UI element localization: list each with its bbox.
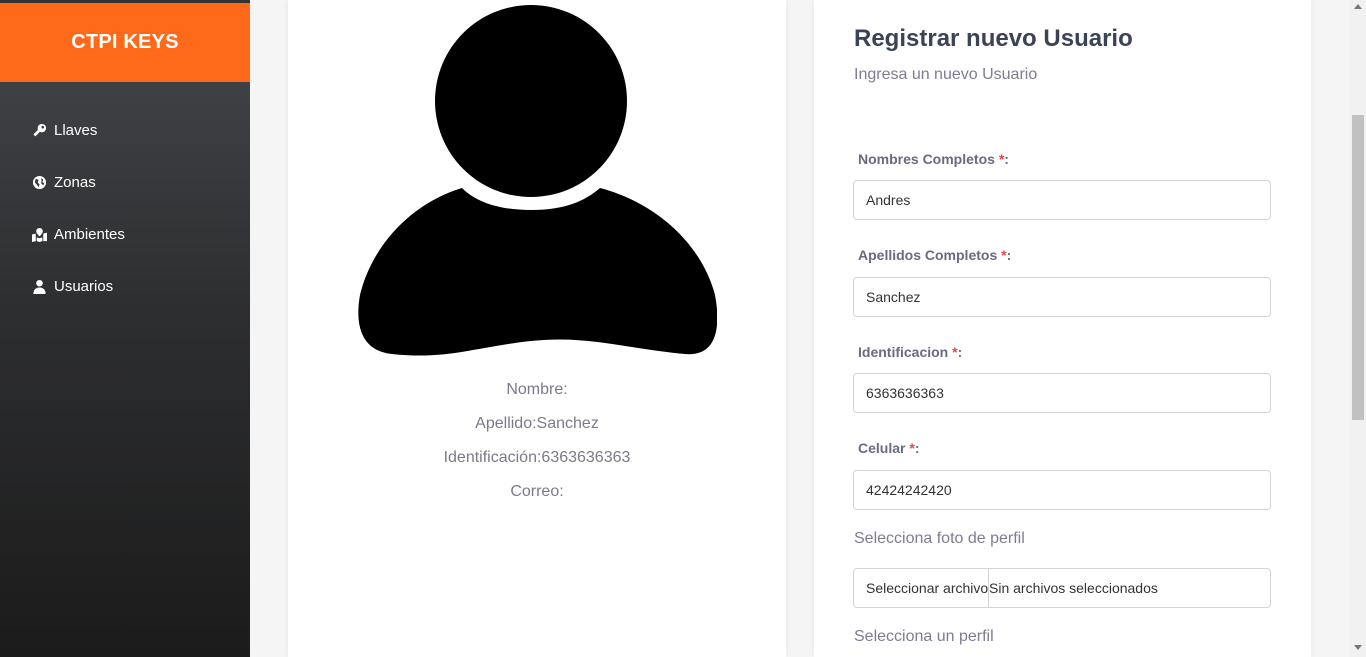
- scroll-down-icon[interactable]: [1354, 645, 1362, 650]
- main-content: Nombre: Apellido:Sanchez Identificación:…: [250, 0, 1350, 657]
- profile-apellido: Apellido:Sanchez: [475, 415, 599, 432]
- profile-nombre: Nombre:: [506, 381, 568, 398]
- celular-field[interactable]: [853, 470, 1271, 510]
- profile-card: Nombre: Apellido:Sanchez Identificación:…: [288, 0, 786, 657]
- user-silhouette-icon: [358, 5, 717, 356]
- apellidos-label: Apellidos Completos *:: [858, 247, 1012, 263]
- sidebar-item-label: Usuarios: [54, 277, 114, 295]
- scrollbar[interactable]: [1350, 0, 1366, 657]
- photo-file-input[interactable]: Seleccionar archivo Sin archivos selecci…: [853, 568, 1271, 608]
- register-form-card: Registrar nuevo Usuario Ingresa un nuevo…: [814, 0, 1311, 657]
- globe-icon: [32, 175, 47, 189]
- sidebar-item-label: Ambientes: [54, 225, 125, 243]
- choose-file-button[interactable]: Seleccionar archivo: [854, 569, 989, 607]
- identificacion-label: Identificacion *:: [858, 344, 963, 360]
- nombres-field[interactable]: [853, 180, 1271, 220]
- file-status: Sin archivos seleccionados: [989, 580, 1158, 596]
- nombres-label: Nombres Completos *:: [858, 151, 1009, 167]
- user-icon: [33, 279, 46, 294]
- sidebar-item-label: Llaves: [54, 121, 98, 139]
- sidebar-item-usuarios[interactable]: Usuarios: [0, 260, 250, 312]
- sidebar: CTPI KEYS Llaves Zonas Ambientes Usuario…: [0, 3, 250, 657]
- sidebar-item-ambientes[interactable]: Ambientes: [0, 208, 250, 260]
- apellidos-field[interactable]: [853, 277, 1271, 317]
- celular-label: Celular *:: [858, 440, 920, 456]
- sidebar-item-label: Zonas: [54, 173, 96, 191]
- profile-correo: Correo:: [510, 483, 564, 500]
- key-icon: [33, 123, 47, 136]
- sidebar-nav: Llaves Zonas Ambientes Usuarios: [0, 82, 250, 312]
- form-subtitle: Ingresa un nuevo Usuario: [854, 66, 1038, 83]
- foto-label: Selecciona foto de perfil: [854, 530, 1025, 547]
- scroll-up-icon[interactable]: [1354, 4, 1362, 9]
- profile-identificacion: Identificación:6363636363: [443, 449, 631, 466]
- perfil-label: Selecciona un perfil: [854, 628, 994, 645]
- identificacion-field[interactable]: [853, 373, 1271, 413]
- scroll-thumb[interactable]: [1352, 115, 1364, 420]
- sidebar-item-llaves[interactable]: Llaves: [0, 104, 250, 156]
- sidebar-item-zonas[interactable]: Zonas: [0, 156, 250, 208]
- brand-logo[interactable]: CTPI KEYS: [0, 3, 250, 82]
- map-marker-icon: [32, 227, 47, 242]
- form-title: Registrar nuevo Usuario: [854, 25, 1133, 52]
